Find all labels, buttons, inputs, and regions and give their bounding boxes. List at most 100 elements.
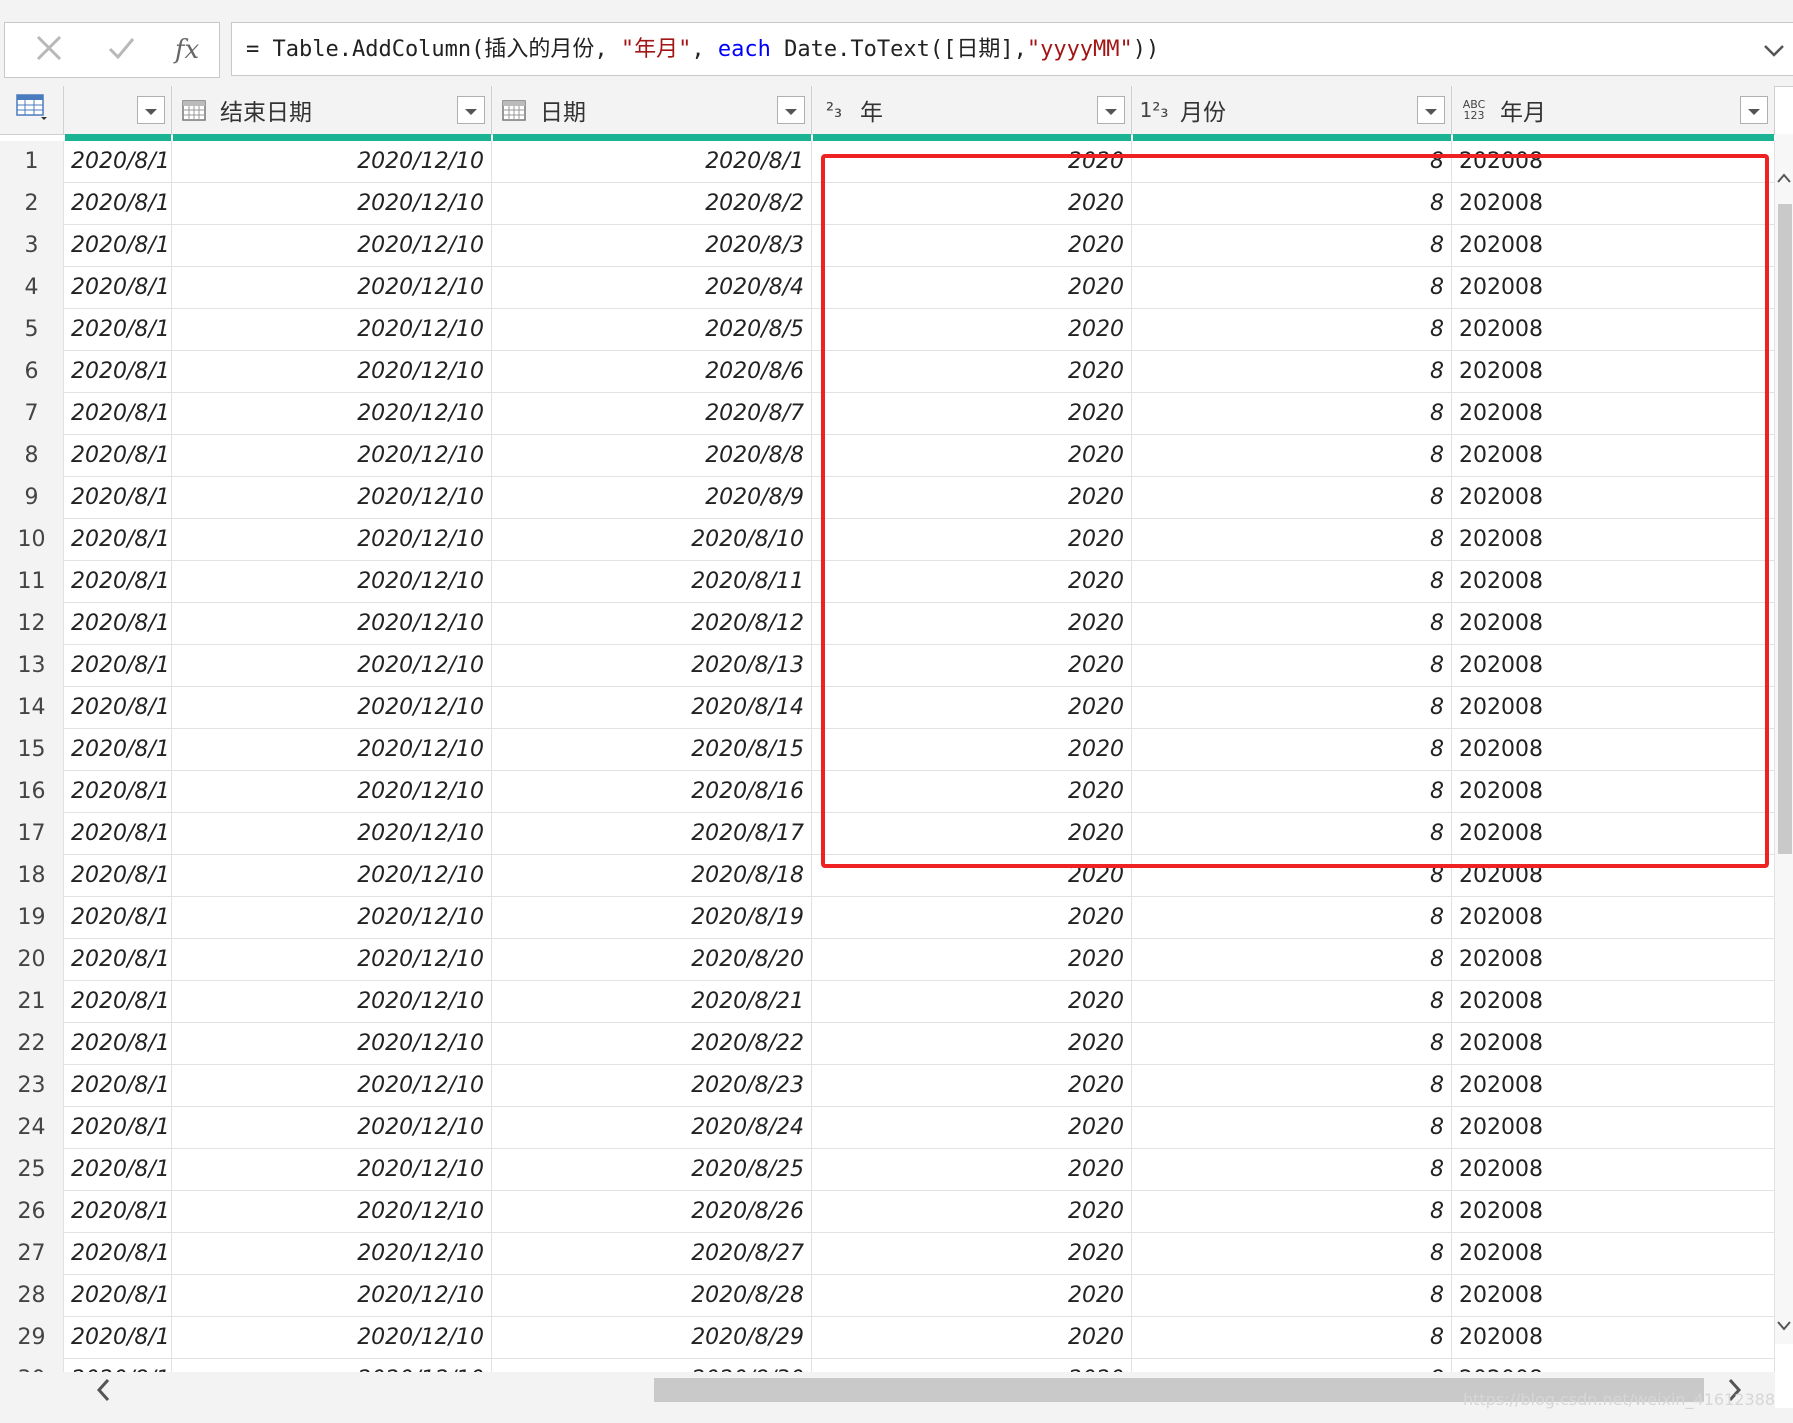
table-row[interactable]: 12 2020/8/1 2020/12/10 2020/8/12 2020 8 202008 xyxy=(0,603,1775,645)
table-cell[interactable]: 2020/12/10 xyxy=(172,351,492,393)
table-cell[interactable]: 202008 xyxy=(1452,519,1775,561)
table-cell[interactable]: 202008 xyxy=(1452,351,1775,393)
table-cell[interactable]: 8 xyxy=(1132,225,1452,267)
table-cell[interactable]: 202008 xyxy=(1452,771,1775,813)
table-row[interactable]: 16 2020/8/1 2020/12/10 2020/8/16 2020 8 202008 xyxy=(0,771,1775,813)
table-cell[interactable]: 2020 xyxy=(812,519,1132,561)
table-cell[interactable]: 8 xyxy=(1132,813,1452,855)
table-cell[interactable]: 2020/8/19 xyxy=(492,897,812,939)
column-header-4[interactable]: ²₃ 年 xyxy=(812,86,1132,134)
table-cell[interactable]: 2020/8/1 xyxy=(64,1023,172,1065)
table-cell[interactable]: 2020/8/13 xyxy=(492,645,812,687)
vertical-scroll-thumb[interactable] xyxy=(1778,204,1792,854)
table-row[interactable]: 9 2020/8/1 2020/12/10 2020/8/9 2020 8 202008 xyxy=(0,477,1775,519)
table-cell[interactable]: 2020 xyxy=(812,813,1132,855)
table-cell[interactable]: 2020/8/22 xyxy=(492,1023,812,1065)
table-cell[interactable]: 2020/8/1 xyxy=(492,141,812,183)
table-cell[interactable]: 2020/8/1 xyxy=(64,897,172,939)
table-cell[interactable]: 2020/8/5 xyxy=(492,309,812,351)
table-cell[interactable]: 2020/8/1 xyxy=(64,1191,172,1233)
column-header-2[interactable]: 结束日期 xyxy=(172,86,492,134)
table-cell[interactable]: 2020/8/9 xyxy=(492,477,812,519)
table-row[interactable]: 21 2020/8/1 2020/12/10 2020/8/21 2020 8 202008 xyxy=(0,981,1775,1023)
table-cell[interactable]: 2020/8/1 xyxy=(64,267,172,309)
table-cell[interactable]: 202008 xyxy=(1452,855,1775,897)
table-cell[interactable]: 2020/8/17 xyxy=(492,813,812,855)
table-cell[interactable]: 2020/12/10 xyxy=(172,645,492,687)
date-type-icon[interactable] xyxy=(180,96,208,124)
table-cell[interactable]: 2020/8/16 xyxy=(492,771,812,813)
table-cell[interactable]: 2020/12/10 xyxy=(172,393,492,435)
table-cell[interactable]: 2020/8/1 xyxy=(64,1317,172,1359)
table-cell[interactable]: 2020/12/10 xyxy=(172,771,492,813)
table-cell[interactable]: 202008 xyxy=(1452,645,1775,687)
table-cell[interactable]: 202008 xyxy=(1452,267,1775,309)
table-cell[interactable]: 2020/12/10 xyxy=(172,561,492,603)
table-cell[interactable]: 202008 xyxy=(1452,1023,1775,1065)
table-row[interactable]: 25 2020/8/1 2020/12/10 2020/8/25 2020 8 202008 xyxy=(0,1149,1775,1191)
table-row[interactable]: 18 2020/8/1 2020/12/10 2020/8/18 2020 8 202008 xyxy=(0,855,1775,897)
table-cell[interactable]: 202008 xyxy=(1452,561,1775,603)
table-cell[interactable]: 2020/8/1 xyxy=(64,813,172,855)
table-cell[interactable]: 2020/8/1 xyxy=(64,855,172,897)
table-cell[interactable]: 2020 xyxy=(812,939,1132,981)
table-cell[interactable]: 2020 xyxy=(812,1233,1132,1275)
text-type-icon[interactable]: ABC 123 xyxy=(1460,96,1488,124)
table-cell[interactable]: 8 xyxy=(1132,939,1452,981)
table-cell[interactable]: 202008 xyxy=(1452,1191,1775,1233)
table-cell[interactable]: 2020 xyxy=(812,183,1132,225)
table-cell[interactable]: 2020/8/7 xyxy=(492,393,812,435)
table-cell[interactable]: 2020 xyxy=(812,351,1132,393)
table-cell[interactable]: 202008 xyxy=(1452,141,1775,183)
table-cell[interactable]: 8 xyxy=(1132,603,1452,645)
table-cell[interactable]: 2020/8/1 xyxy=(64,477,172,519)
table-cell[interactable]: 2020 xyxy=(812,729,1132,771)
table-cell[interactable]: 2020 xyxy=(812,225,1132,267)
table-cell[interactable]: 2020/12/10 xyxy=(172,1023,492,1065)
table-cell[interactable]: 2020/8/4 xyxy=(492,267,812,309)
table-cell[interactable]: 2020 xyxy=(812,561,1132,603)
table-cell[interactable]: 202008 xyxy=(1452,1275,1775,1317)
table-cell[interactable]: 202008 xyxy=(1452,1065,1775,1107)
table-cell[interactable]: 8 xyxy=(1132,351,1452,393)
table-cell[interactable]: 2020/8/3 xyxy=(492,225,812,267)
table-cell[interactable]: 2020/12/10 xyxy=(172,267,492,309)
table-cell[interactable]: 2020/8/1 xyxy=(64,939,172,981)
table-cell[interactable]: 2020/12/10 xyxy=(172,603,492,645)
column-filter-dropdown[interactable] xyxy=(457,96,485,124)
table-cell[interactable]: 8 xyxy=(1132,897,1452,939)
column-header-6[interactable]: ABC 123 年月 xyxy=(1452,86,1775,134)
table-row[interactable]: 10 2020/8/1 2020/12/10 2020/8/10 2020 8 202008 xyxy=(0,519,1775,561)
table-cell[interactable]: 8 xyxy=(1132,435,1452,477)
table-cell[interactable]: 2020/8/1 xyxy=(64,1233,172,1275)
table-cell[interactable]: 2020/8/1 xyxy=(64,435,172,477)
table-cell[interactable]: 2020/8/1 xyxy=(64,1275,172,1317)
scroll-down-icon[interactable] xyxy=(1775,1314,1793,1338)
table-cell[interactable]: 202008 xyxy=(1452,939,1775,981)
table-cell[interactable]: 2020/8/1 xyxy=(64,561,172,603)
table-cell[interactable]: 2020/12/10 xyxy=(172,1149,492,1191)
table-cell[interactable]: 202008 xyxy=(1452,393,1775,435)
table-cell[interactable]: 8 xyxy=(1132,519,1452,561)
table-row[interactable]: 15 2020/8/1 2020/12/10 2020/8/15 2020 8 202008 xyxy=(0,729,1775,771)
table-cell[interactable]: 8 xyxy=(1132,393,1452,435)
table-cell[interactable]: 2020 xyxy=(812,855,1132,897)
table-cell[interactable]: 8 xyxy=(1132,183,1452,225)
table-cell[interactable]: 2020/8/12 xyxy=(492,603,812,645)
table-cell[interactable]: 2020/8/24 xyxy=(492,1107,812,1149)
table-cell[interactable]: 2020/8/21 xyxy=(492,981,812,1023)
table-cell[interactable]: 202008 xyxy=(1452,1149,1775,1191)
table-row[interactable]: 20 2020/8/1 2020/12/10 2020/8/20 2020 8 202008 xyxy=(0,939,1775,981)
table-cell[interactable]: 2020 xyxy=(812,645,1132,687)
table-cell[interactable]: 8 xyxy=(1132,855,1452,897)
table-cell[interactable]: 8 xyxy=(1132,1149,1452,1191)
table-cell[interactable]: 202008 xyxy=(1452,1317,1775,1359)
table-cell[interactable]: 2020/8/1 xyxy=(64,1107,172,1149)
table-cell[interactable]: 2020 xyxy=(812,1191,1132,1233)
table-row[interactable]: 7 2020/8/1 2020/12/10 2020/8/7 2020 8 202008 xyxy=(0,393,1775,435)
column-header-3[interactable]: 日期 xyxy=(492,86,812,134)
table-row[interactable]: 26 2020/8/1 2020/12/10 2020/8/26 2020 8 202008 xyxy=(0,1191,1775,1233)
table-cell[interactable]: 2020/8/27 xyxy=(492,1233,812,1275)
date-type-icon[interactable] xyxy=(500,96,528,124)
table-cell[interactable]: 2020 xyxy=(812,771,1132,813)
